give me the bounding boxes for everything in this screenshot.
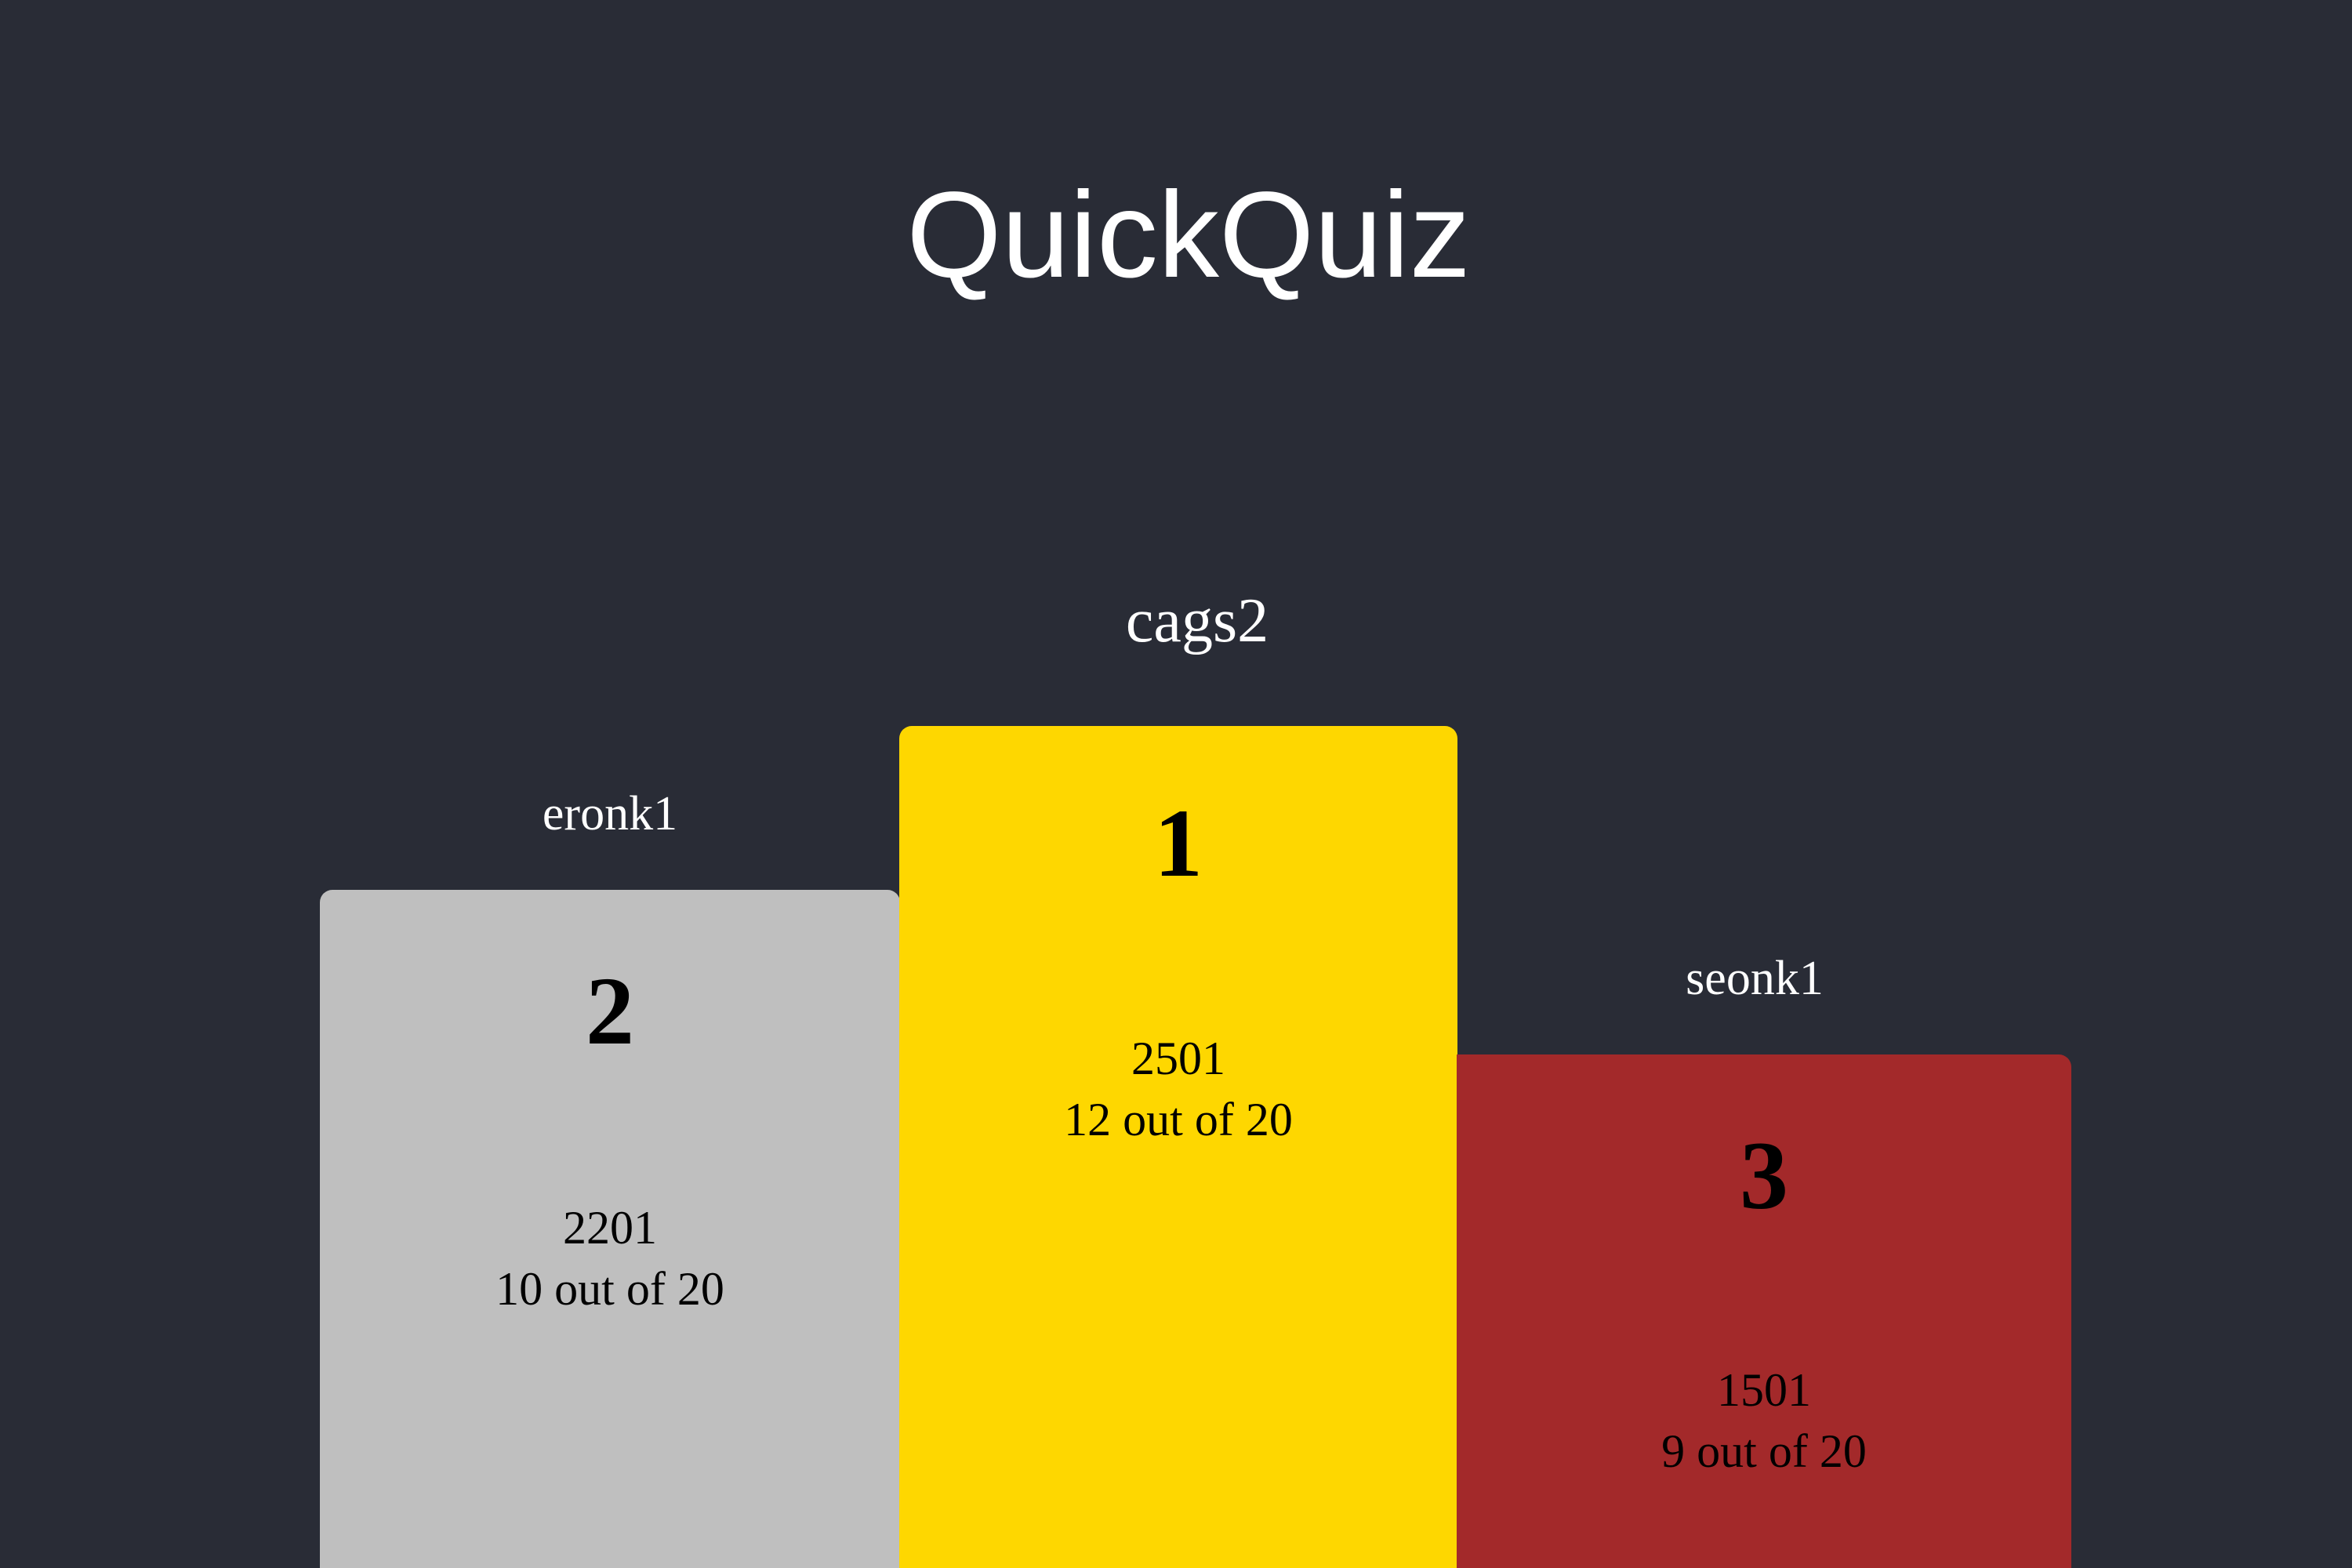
score-second: 2201 (563, 1202, 657, 1254)
rank-number-second: 2 (586, 957, 634, 1065)
app-title: QuickQuiz (906, 167, 1471, 303)
rank-number-first: 1 (1154, 789, 1203, 897)
podium-block-second: 2 2201 10 out of 20 (320, 890, 900, 1568)
player-name-second: eronk1 (542, 787, 678, 840)
score-third: 1501 (1717, 1364, 1811, 1416)
player-name-third: seonk1 (1686, 952, 1824, 1005)
player-name-first: cags2 (1125, 586, 1269, 655)
correct-count-third: 9 out of 20 (1661, 1425, 1867, 1477)
correct-count-second: 10 out of 20 (495, 1263, 724, 1315)
podium-block-third: 3 1501 9 out of 20 (1457, 1054, 2071, 1568)
results-page: QuickQuiz eronk1 cags2 seonk1 2 2201 10 … (0, 0, 2352, 1568)
score-first: 2501 (1131, 1033, 1225, 1084)
correct-count-first: 12 out of 20 (1064, 1094, 1293, 1145)
podium-block-first: 1 2501 12 out of 20 (899, 726, 1457, 1568)
rank-number-third: 3 (1740, 1122, 1788, 1229)
